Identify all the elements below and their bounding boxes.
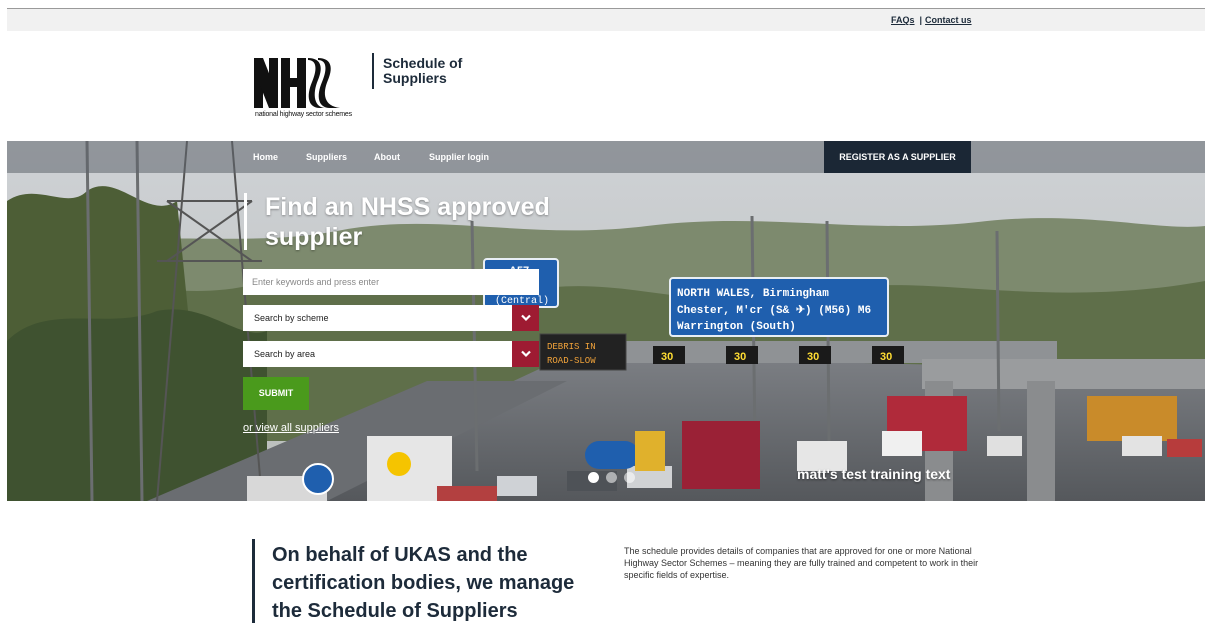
hero-title-rule: [244, 193, 247, 250]
area-dropdown-button[interactable]: [512, 341, 539, 367]
nhss-logo-mark: [254, 58, 340, 108]
nhss-logo[interactable]: national highway sector schemes: [254, 56, 352, 124]
slider-dot-2[interactable]: [606, 472, 617, 483]
speed-sign-1: 30: [661, 351, 673, 363]
scheme-select[interactable]: Search by scheme: [243, 305, 539, 331]
site-title: Schedule of Suppliers: [383, 55, 463, 86]
nav-about[interactable]: About: [374, 152, 400, 162]
matrix-line2: ROAD-SLOW: [547, 356, 596, 366]
speed-sign-4: 30: [880, 351, 892, 363]
page: FAQs | Contact us national highway sector …: [0, 0, 1205, 623]
area-select[interactable]: Search by area: [243, 341, 539, 367]
top-links: FAQs | Contact us: [891, 15, 972, 25]
keyword-search-input[interactable]: [243, 269, 539, 295]
scheme-select-value: Search by scheme: [254, 313, 329, 323]
sign-main-line1: NORTH WALES, Birmingham: [677, 288, 829, 300]
area-select-value: Search by area: [254, 349, 316, 359]
slider-dot-3[interactable]: [624, 472, 635, 483]
nav-supplier-login[interactable]: Supplier login: [429, 152, 489, 162]
view-all-suppliers-link[interactable]: or view all suppliers: [243, 422, 339, 434]
speed-sign-3: 30: [807, 351, 819, 363]
speed-sign-2: 30: [734, 351, 746, 363]
nav-home[interactable]: Home: [253, 152, 278, 162]
chevron-down-icon: [520, 314, 531, 322]
intro-description: The schedule provides details of compani…: [624, 546, 979, 580]
matrix-line1: DEBRIS IN: [547, 342, 596, 352]
sign-main-line3: Warrington (South): [677, 321, 796, 333]
link-separator: |: [919, 15, 923, 25]
hero-motorway-image: NORTH WALES, Birmingham Chester, M'cr (S…: [7, 141, 1205, 501]
main-navigation: Home Suppliers About Supplier login REGI…: [7, 141, 1205, 173]
top-utility-bar: FAQs | Contact us: [7, 8, 1205, 31]
nav-suppliers[interactable]: Suppliers: [306, 152, 347, 162]
slider-dot-1[interactable]: [588, 472, 599, 483]
faqs-link[interactable]: FAQs: [891, 15, 915, 25]
hero-title: Find an NHSS approved supplier: [265, 193, 550, 251]
register-supplier-button[interactable]: REGISTER AS A SUPPLIER: [824, 141, 971, 173]
intro-heading: On behalf of UKAS and the certification …: [272, 544, 575, 622]
logo-tagline: national highway sector schemes: [255, 111, 352, 118]
hero-banner: NORTH WALES, Birmingham Chester, M'cr (S…: [7, 141, 1205, 501]
sign-main-line2: Chester, M'cr (S& ✈) (M56) M6: [677, 304, 871, 317]
brand-divider: [372, 53, 374, 89]
submit-button[interactable]: SUBMIT: [243, 377, 309, 410]
slide-caption: matt's test training text: [797, 466, 951, 482]
contact-us-link[interactable]: Contact us: [925, 15, 972, 25]
scheme-dropdown-button[interactable]: [512, 305, 539, 331]
intro-rule: [252, 539, 255, 623]
chevron-down-icon: [520, 350, 531, 358]
